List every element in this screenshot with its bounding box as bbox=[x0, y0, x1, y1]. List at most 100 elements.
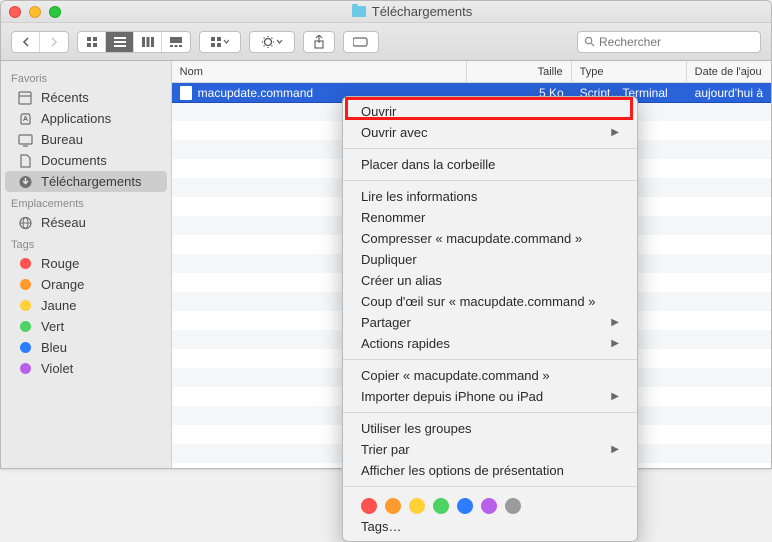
context-menu-item[interactable]: Compresser « macupdate.command » bbox=[343, 228, 637, 249]
context-menu-item-label: Trier par bbox=[361, 442, 410, 457]
sidebar-item-label: Documents bbox=[41, 153, 107, 168]
context-menu-separator bbox=[343, 486, 637, 487]
sidebar-item-label: Récents bbox=[41, 90, 89, 105]
search-field-wrap[interactable] bbox=[577, 31, 761, 53]
context-menu-item-label: Compresser « macupdate.command » bbox=[361, 231, 582, 246]
sidebar: Favoris Récents Applications Bureau Docu… bbox=[1, 61, 172, 468]
context-menu-item[interactable]: Actions rapides ▶ bbox=[343, 333, 637, 354]
search-area bbox=[577, 31, 761, 53]
file-icon bbox=[180, 86, 192, 100]
context-menu-item-label: Dupliquer bbox=[361, 252, 417, 267]
context-menu-tag-colors bbox=[343, 492, 637, 516]
arrange-button[interactable] bbox=[200, 32, 240, 52]
column-headers: Nom Taille Type Date de l'ajou bbox=[172, 61, 771, 83]
file-name: macupdate.command bbox=[198, 86, 313, 100]
context-menu-tag-dot[interactable] bbox=[361, 498, 377, 514]
sidebar-item-label: Vert bbox=[41, 319, 64, 334]
context-menu-separator bbox=[343, 359, 637, 360]
context-menu-item[interactable]: Utiliser les groupes bbox=[343, 418, 637, 439]
sidebar-item-label: Orange bbox=[41, 277, 84, 292]
minimize-button[interactable] bbox=[29, 6, 41, 18]
sidebar-item-label: Applications bbox=[41, 111, 111, 126]
submenu-arrow-icon: ▶ bbox=[611, 127, 619, 138]
column-header-type[interactable]: Type bbox=[572, 61, 687, 82]
sidebar-header-favoris: Favoris bbox=[1, 67, 171, 87]
sidebar-item-tag[interactable]: Orange bbox=[1, 274, 171, 295]
column-header-name[interactable]: Nom bbox=[172, 61, 467, 82]
tag-color-icon bbox=[17, 257, 33, 271]
context-menu-item[interactable]: Trier par▶ bbox=[343, 439, 637, 460]
forward-button[interactable] bbox=[40, 32, 68, 52]
context-menu-item-label: Actions rapides bbox=[361, 336, 450, 351]
context-menu-tag-dot[interactable] bbox=[409, 498, 425, 514]
sidebar-item-tag[interactable]: Violet bbox=[1, 358, 171, 379]
context-menu-item[interactable]: Coup d'œil sur « macupdate.command » bbox=[343, 291, 637, 312]
context-menu-tag-dot[interactable] bbox=[505, 498, 521, 514]
context-menu-item[interactable]: Ouvrir avec▶ bbox=[343, 122, 637, 143]
context-menu-tag-dot[interactable] bbox=[481, 498, 497, 514]
search-input[interactable] bbox=[599, 35, 754, 49]
context-menu-tag-dot[interactable] bbox=[433, 498, 449, 514]
sidebar-item-recents[interactable]: Récents bbox=[1, 87, 171, 108]
context-menu-item-label: Ouvrir bbox=[361, 104, 396, 119]
context-menu-item[interactable]: Ouvrir bbox=[343, 101, 637, 122]
sidebar-item-downloads[interactable]: Téléchargements bbox=[5, 171, 167, 192]
window-title-area: Téléchargements bbox=[61, 4, 763, 19]
maximize-button[interactable] bbox=[49, 6, 61, 18]
context-menu-item-label: Renommer bbox=[361, 210, 425, 225]
context-menu-item[interactable]: Copier « macupdate.command » bbox=[343, 365, 637, 386]
sidebar-item-label: Réseau bbox=[41, 215, 86, 230]
sidebar-item-tag[interactable]: Jaune bbox=[1, 295, 171, 316]
context-menu-item-label: Coup d'œil sur « macupdate.command » bbox=[361, 294, 595, 309]
list-view-button[interactable] bbox=[106, 32, 134, 52]
context-menu-item[interactable]: Importer depuis iPhone ou iPad▶ bbox=[343, 386, 637, 407]
share-button[interactable] bbox=[303, 31, 335, 53]
column-view-button[interactable] bbox=[134, 32, 162, 52]
search-icon bbox=[584, 36, 595, 47]
column-header-size[interactable]: Taille bbox=[467, 61, 572, 82]
tag-color-icon bbox=[17, 341, 33, 355]
context-menu-tag-dot[interactable] bbox=[385, 498, 401, 514]
context-menu-item[interactable]: Placer dans la corbeille bbox=[343, 154, 637, 175]
context-menu-tags-label[interactable]: Tags… bbox=[343, 516, 637, 537]
sidebar-item-tag[interactable]: Rouge bbox=[1, 253, 171, 274]
context-menu-item[interactable]: Afficher les options de présentation bbox=[343, 460, 637, 481]
sidebar-item-label: Violet bbox=[41, 361, 73, 376]
sidebar-item-applications[interactable]: Applications bbox=[1, 108, 171, 129]
sidebar-item-desktop[interactable]: Bureau bbox=[1, 129, 171, 150]
context-menu-separator bbox=[343, 148, 637, 149]
gallery-view-button[interactable] bbox=[162, 32, 190, 52]
icon-view-button[interactable] bbox=[78, 32, 106, 52]
toolbar bbox=[1, 23, 771, 61]
tag-color-icon bbox=[17, 320, 33, 334]
desktop-icon bbox=[17, 133, 33, 147]
sidebar-item-documents[interactable]: Documents bbox=[1, 150, 171, 171]
tags-button[interactable] bbox=[343, 31, 379, 53]
context-menu-item[interactable]: Partager▶ bbox=[343, 312, 637, 333]
context-menu-item-label: Copier « macupdate.command » bbox=[361, 368, 550, 383]
submenu-arrow-icon: ▶ bbox=[611, 338, 619, 349]
sidebar-header-tags: Tags bbox=[1, 233, 171, 253]
context-menu-item[interactable]: Renommer bbox=[343, 207, 637, 228]
context-menu-item-label: Tags… bbox=[361, 519, 401, 534]
context-menu-item[interactable]: Lire les informations bbox=[343, 186, 637, 207]
window-title: Téléchargements bbox=[372, 4, 472, 19]
view-buttons bbox=[77, 31, 191, 53]
action-button[interactable] bbox=[250, 32, 294, 52]
sidebar-item-tag[interactable]: Bleu bbox=[1, 337, 171, 358]
context-menu-separator bbox=[343, 412, 637, 413]
tag-color-icon bbox=[17, 278, 33, 292]
titlebar: Téléchargements bbox=[1, 1, 771, 23]
context-menu-item[interactable]: Créer un alias bbox=[343, 270, 637, 291]
sidebar-item-network[interactable]: Réseau bbox=[1, 212, 171, 233]
applications-icon bbox=[17, 112, 33, 126]
documents-icon bbox=[17, 154, 33, 168]
submenu-arrow-icon: ▶ bbox=[611, 317, 619, 328]
column-header-date[interactable]: Date de l'ajou bbox=[687, 61, 771, 82]
sidebar-item-tag[interactable]: Vert bbox=[1, 316, 171, 337]
tag-color-icon bbox=[17, 299, 33, 313]
back-button[interactable] bbox=[12, 32, 40, 52]
context-menu-tag-dot[interactable] bbox=[457, 498, 473, 514]
close-button[interactable] bbox=[9, 6, 21, 18]
context-menu-item[interactable]: Dupliquer bbox=[343, 249, 637, 270]
